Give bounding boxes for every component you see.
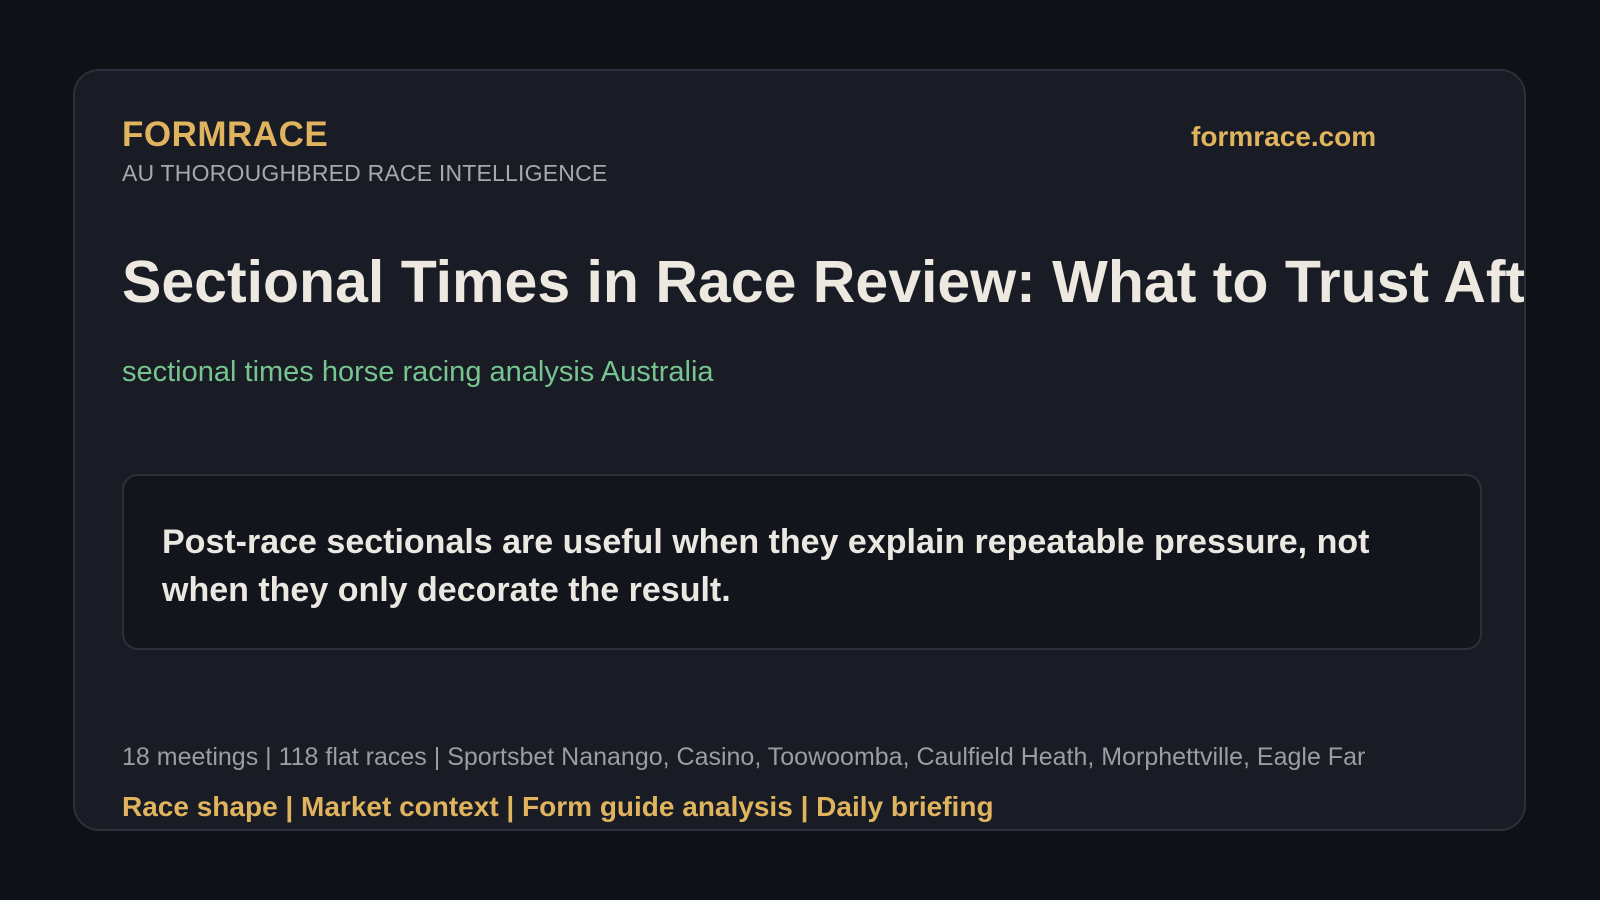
- keyword-line: sectional times horse racing analysis Au…: [122, 356, 714, 388]
- brand-tagline: AU THOROUGHBRED RACE INTELLIGENCE: [122, 160, 608, 186]
- pull-quote-text: Post-race sectionals are useful when the…: [162, 523, 1370, 609]
- brand-logo-text[interactable]: FORMRACE: [122, 117, 328, 152]
- article-card: FORMRACE AU THOROUGHBRED RACE INTELLIGEN…: [73, 69, 1526, 831]
- meeting-summary: 18 meetings | 118 flat races | Sportsbet…: [122, 743, 1366, 771]
- pull-quote-box: Post-race sectionals are useful when the…: [122, 474, 1482, 650]
- site-link[interactable]: formrace.com: [1191, 123, 1376, 151]
- topic-links: Race shape | Market context | Form guide…: [122, 791, 994, 822]
- article-headline: Sectional Times in Race Review: What to …: [122, 249, 1526, 315]
